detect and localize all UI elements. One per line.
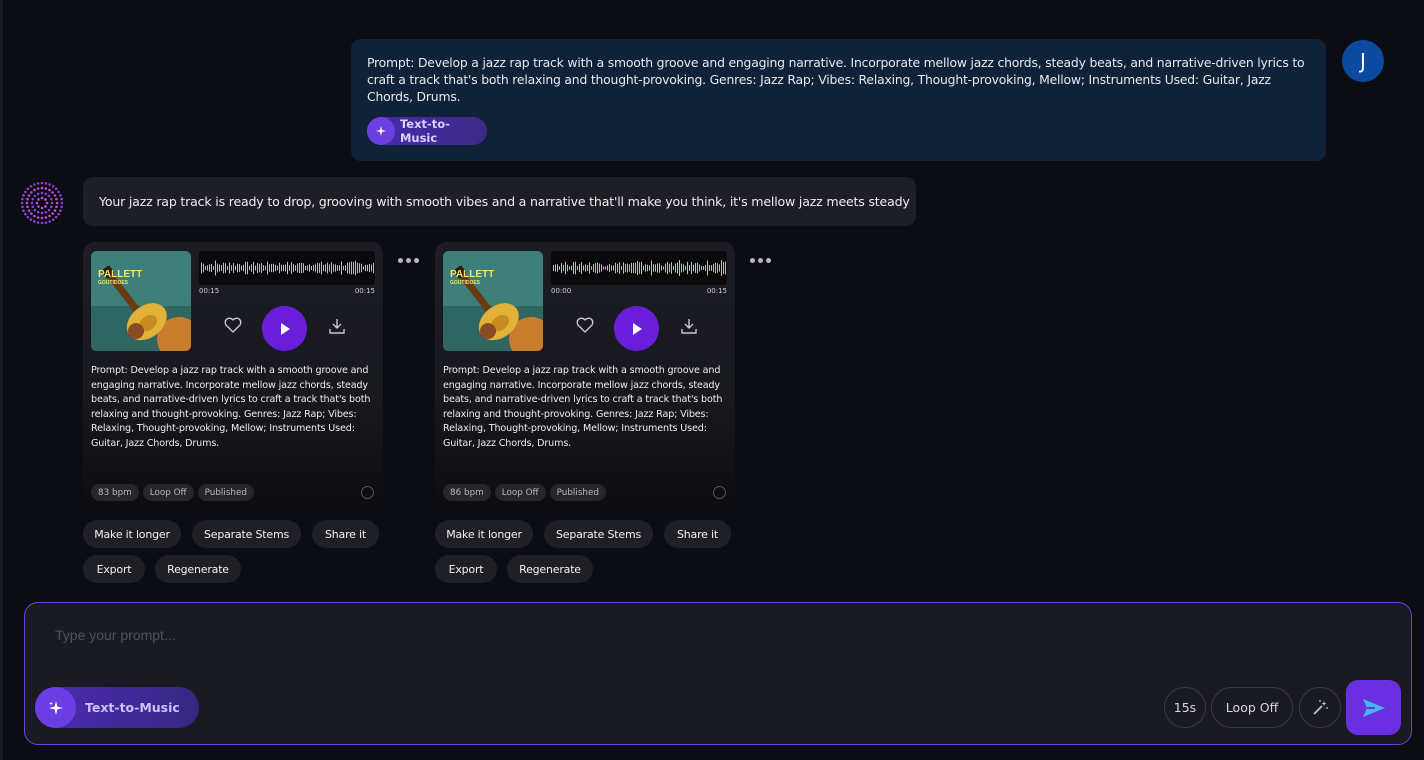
loop-badge: Loop Off: [494, 484, 546, 501]
cover-title: PALLETT: [98, 269, 142, 280]
prompt-input[interactable]: [55, 623, 955, 647]
select-radio[interactable]: [361, 486, 374, 499]
download-icon[interactable]: [328, 317, 346, 339]
loop-toggle-button[interactable]: Loop Off: [1211, 687, 1293, 728]
status-badge: Published: [549, 484, 606, 501]
track-card: PALLETT GOUTIDOES 00:15 00:15 Prompt: De…: [83, 242, 383, 512]
status-badge: Published: [197, 484, 254, 501]
mode-selector-button[interactable]: Text-to-Music: [35, 687, 199, 728]
waveform[interactable]: [199, 251, 376, 285]
regenerate-button[interactable]: Regenerate: [507, 555, 593, 583]
select-radio[interactable]: [713, 486, 726, 499]
send-button[interactable]: [1346, 680, 1401, 735]
track-description: Prompt: Develop a jazz rap track with a …: [91, 365, 371, 449]
album-cover: PALLETT GOUTIDOES: [91, 251, 191, 351]
export-button[interactable]: Export: [435, 555, 497, 583]
time-total: 00:15: [706, 287, 727, 295]
assistant-message-text: Your jazz rap track is ready to drop, gr…: [99, 194, 910, 209]
separate-stems-button[interactable]: Separate Stems: [544, 520, 653, 548]
time-elapsed: 00:15: [199, 287, 220, 295]
bpm-badge: 86 bpm: [443, 484, 491, 501]
make-longer-button[interactable]: Make it longer: [83, 520, 181, 548]
magic-wand-button[interactable]: [1299, 687, 1341, 728]
waveform[interactable]: [551, 251, 728, 285]
heart-icon[interactable]: [576, 317, 594, 337]
magic-wand-icon: [1313, 699, 1328, 715]
duration-button[interactable]: 15s: [1164, 687, 1206, 728]
assistant-avatar-icon: [21, 182, 63, 224]
heart-icon[interactable]: [224, 317, 242, 337]
download-icon[interactable]: [680, 317, 698, 339]
loop-badge: Loop Off: [142, 484, 194, 501]
share-button[interactable]: Share it: [312, 520, 379, 548]
cover-title: PALLETT: [450, 269, 494, 280]
time-elapsed: 00:00: [551, 287, 572, 295]
prompt-composer: Text-to-Music 15s Loop Off: [24, 602, 1412, 745]
more-options-icon[interactable]: [750, 258, 774, 266]
user-prompt-text: Prompt: Develop a jazz rap track with a …: [367, 55, 1305, 104]
share-button[interactable]: Share it: [664, 520, 731, 548]
track-card: PALLETT GOUTIDOES 00:00 00:15 Prompt: De…: [435, 242, 735, 512]
mode-selector-label: Text-to-Music: [85, 700, 180, 715]
sparkle-icon: [35, 687, 76, 728]
user-message: Prompt: Develop a jazz rap track with a …: [351, 39, 1326, 161]
regenerate-button[interactable]: Regenerate: [155, 555, 241, 583]
play-button[interactable]: [262, 306, 307, 351]
send-icon: [1362, 698, 1385, 717]
cover-subtitle: GOUTIDOES: [98, 280, 129, 286]
cover-subtitle: GOUTIDOES: [450, 280, 481, 286]
user-mode-label: Text-to-Music: [399, 117, 450, 145]
play-icon: [280, 322, 290, 335]
make-longer-button[interactable]: Make it longer: [435, 520, 533, 548]
play-icon: [632, 322, 642, 335]
left-divider: [0, 0, 3, 760]
album-cover: PALLETT GOUTIDOES: [443, 251, 543, 351]
track-description: Prompt: Develop a jazz rap track with a …: [443, 365, 723, 449]
sparkle-icon: [367, 117, 395, 145]
user-mode-chip: Text-to-Music: [367, 117, 487, 145]
export-button[interactable]: Export: [83, 555, 145, 583]
bpm-badge: 83 bpm: [91, 484, 139, 501]
assistant-message: Your jazz rap track is ready to drop, gr…: [83, 177, 916, 226]
user-avatar[interactable]: J: [1342, 40, 1384, 82]
separate-stems-button[interactable]: Separate Stems: [192, 520, 301, 548]
more-options-icon[interactable]: [398, 258, 422, 266]
play-button[interactable]: [614, 306, 659, 351]
time-total: 00:15: [354, 287, 375, 295]
